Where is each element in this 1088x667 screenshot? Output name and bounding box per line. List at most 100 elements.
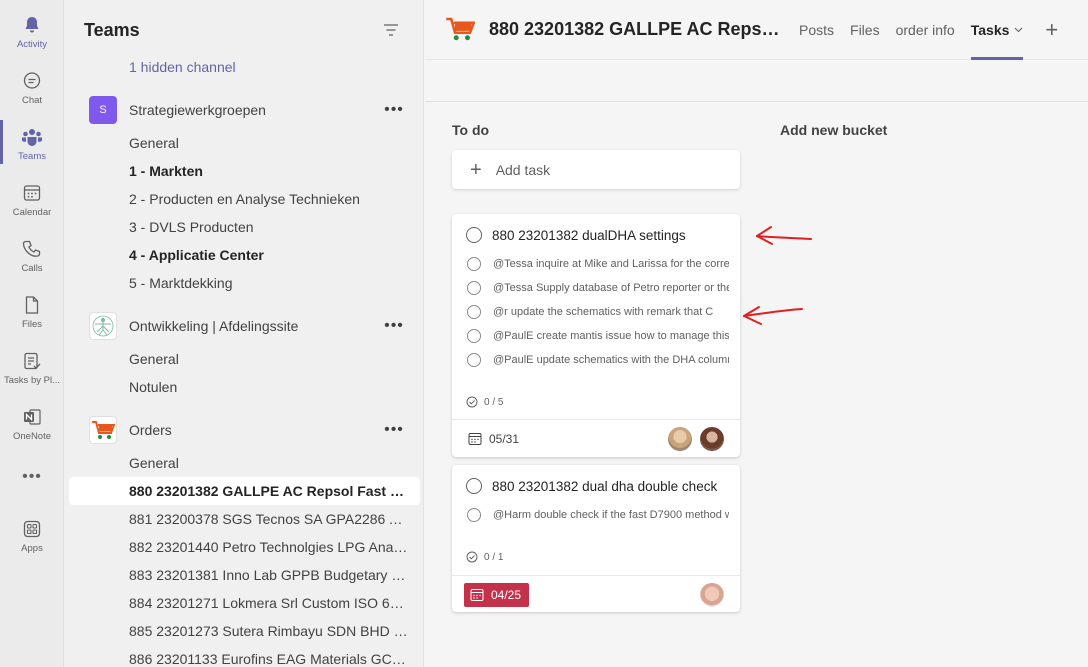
channel-header: 880 23201382 GALLPE AC Repsol Fast DHA P… — [425, 0, 1088, 60]
more-options-icon[interactable]: ••• — [382, 98, 406, 122]
team-ontwikkeling[interactable]: Ontwikkeling | Afdelingssite ••• — [64, 308, 423, 344]
appbar-tasks[interactable]: Tasks by Pl... — [0, 340, 64, 394]
appbar-label: Activity — [16, 39, 48, 50]
teams-title: Teams — [84, 19, 140, 40]
task-title-row: 880 23201382 dual dha double check — [466, 478, 717, 494]
team-strategiewerkgroepen[interactable]: S Strategiewerkgroepen ••• — [64, 92, 423, 128]
appbar-chat[interactable]: Chat — [0, 60, 64, 114]
onenote-icon — [21, 406, 43, 428]
channel-item[interactable]: 886 23201133 Eurofins EAG Materials GC m… — [129, 651, 409, 667]
tab-files[interactable]: Files — [850, 0, 880, 60]
appbar-calendar[interactable]: Calendar — [0, 172, 64, 226]
appbar-label: Tasks by Pl... — [4, 375, 60, 386]
task-card[interactable]: 880 23201382 dual dha double check @Harm… — [452, 465, 740, 612]
appbar-label: Calendar — [12, 207, 52, 218]
checklist-item: @r update the schematics with remark tha… — [467, 305, 729, 319]
channel-item[interactable]: 1 - Markten — [129, 163, 409, 179]
channel-item[interactable]: 885 23201273 Sutera Rimbayu SDN BHD DHA — [129, 623, 409, 639]
channel-item[interactable]: General — [129, 455, 409, 471]
checklist-icon — [466, 396, 478, 408]
channel-item[interactable]: 884 23201271 Lokmera Srl Custom ISO 6974 — [129, 595, 409, 611]
filter-icon[interactable] — [379, 18, 403, 42]
task-footer: 05/31 — [452, 419, 740, 457]
task-card[interactable]: 880 23201382 dualDHA settings @Tessa inq… — [452, 214, 740, 457]
task-complete-checkbox[interactable] — [466, 227, 482, 243]
tab-order-info[interactable]: order info — [896, 0, 955, 60]
assignees — [660, 426, 724, 451]
apps-icon — [21, 518, 43, 540]
more-options-icon[interactable]: ••• — [382, 418, 406, 442]
team-avatar: S — [89, 96, 117, 124]
channel-item[interactable]: 882 23201440 Petro Technolgies LPG Analy… — [129, 539, 409, 555]
planner-toolbar — [425, 60, 1088, 102]
task-title: 880 23201382 dualDHA settings — [492, 227, 686, 243]
team-orders[interactable]: Orders ••• — [64, 412, 423, 448]
channel-title: 880 23201382 GALLPE AC Repsol Fast DHA — [489, 19, 783, 39]
annotation-arrow — [756, 226, 812, 245]
appbar-calls[interactable]: Calls — [0, 228, 64, 282]
appbar-more[interactable]: ••• — [0, 456, 64, 510]
channel-item[interactable]: 881 23200378 SGS Tecnos SA GPA2286 Analy… — [129, 511, 409, 527]
main-area: 880 23201382 GALLPE AC Repsol Fast DHA P… — [425, 0, 1088, 667]
add-task-button[interactable]: + Add task — [452, 150, 740, 189]
channel-item[interactable]: 5 - Marktdekking — [129, 275, 409, 291]
checklist-checkbox[interactable] — [467, 281, 481, 295]
appbar-label: Calls — [21, 263, 43, 274]
checklist-text: @PaulE create mantis issue how to manage… — [493, 330, 729, 342]
progress-text: 0 / 1 — [484, 551, 504, 563]
checklist-checkbox[interactable] — [467, 257, 481, 271]
appbar-label: OneNote — [12, 431, 52, 442]
appbar-onenote[interactable]: OneNote — [0, 396, 64, 450]
teams-header: Teams — [64, 0, 423, 60]
checklist-text: @PaulE update schematics with the DHA co… — [493, 354, 729, 366]
checklist-item: @Harm double check if the fast D7900 met… — [467, 508, 729, 522]
channel-item[interactable]: 2 - Producten en Analyse Technieken — [129, 191, 409, 207]
appbar-activity[interactable]: Activity — [0, 4, 64, 58]
avatar[interactable] — [668, 426, 692, 451]
bell-icon — [21, 14, 43, 36]
channel-item[interactable]: Notulen — [129, 379, 409, 395]
checklist-checkbox[interactable] — [467, 353, 481, 367]
avatar[interactable] — [700, 582, 724, 607]
avatar[interactable] — [700, 426, 724, 451]
tab-tasks-label: Tasks — [970, 21, 1010, 38]
due-date-text: 04/25 — [491, 587, 522, 602]
appbar-teams[interactable]: Teams — [0, 116, 64, 170]
checklist-checkbox[interactable] — [467, 508, 481, 522]
tasks-icon — [21, 350, 43, 372]
team-name: Orders — [129, 422, 172, 438]
due-date-overdue[interactable]: 04/25 — [464, 582, 530, 607]
add-new-bucket-button[interactable]: Add new bucket — [780, 122, 887, 138]
channel-item[interactable]: 3 - DVLS Producten — [129, 219, 409, 235]
checklist-checkbox[interactable] — [467, 305, 481, 319]
appbar-label: Teams — [18, 151, 46, 162]
channel-item[interactable]: 883 23201381 Inno Lab GPPB Budgetary - q… — [129, 567, 409, 583]
checklist-icon — [466, 551, 478, 563]
checklist-item: @Tessa Supply database of Petro reporter… — [467, 281, 729, 295]
channel-item[interactable]: 4 - Applicatie Center — [129, 247, 409, 263]
channel-item-selected[interactable]: 880 23201382 GALLPE AC Repsol Fast DHA — [129, 483, 409, 499]
due-date-text: 05/31 — [489, 431, 520, 446]
add-tab-button[interactable]: + — [1045, 17, 1058, 43]
checklist-item: @Tessa inquire at Mike and Larissa for t… — [467, 257, 729, 271]
more-options-icon[interactable]: ••• — [382, 314, 406, 338]
channel-item[interactable]: General — [129, 351, 409, 367]
progress-text: 0 / 5 — [484, 396, 504, 408]
checklist-checkbox[interactable] — [467, 329, 481, 343]
tab-tasks[interactable]: Tasks — [970, 0, 1024, 60]
appbar-files[interactable]: Files — [0, 284, 64, 338]
cart-icon — [445, 15, 476, 45]
channel-item[interactable]: General — [129, 135, 409, 151]
hidden-channel-link[interactable]: 1 hidden channel — [129, 59, 409, 75]
task-complete-checkbox[interactable] — [466, 478, 482, 494]
checklist-progress: 0 / 5 — [466, 396, 503, 408]
appbar-label: Files — [21, 319, 43, 330]
appbar-apps[interactable]: Apps — [0, 508, 64, 562]
task-title: 880 23201382 dual dha double check — [492, 478, 718, 494]
tab-posts[interactable]: Posts — [799, 0, 834, 60]
checklist-item: @PaulE create mantis issue how to manage… — [467, 329, 729, 343]
team-avatar-cart — [89, 416, 117, 444]
add-task-label: Add task — [495, 161, 551, 178]
task-footer: 04/25 — [452, 575, 740, 613]
due-date[interactable]: 05/31 — [468, 432, 519, 446]
